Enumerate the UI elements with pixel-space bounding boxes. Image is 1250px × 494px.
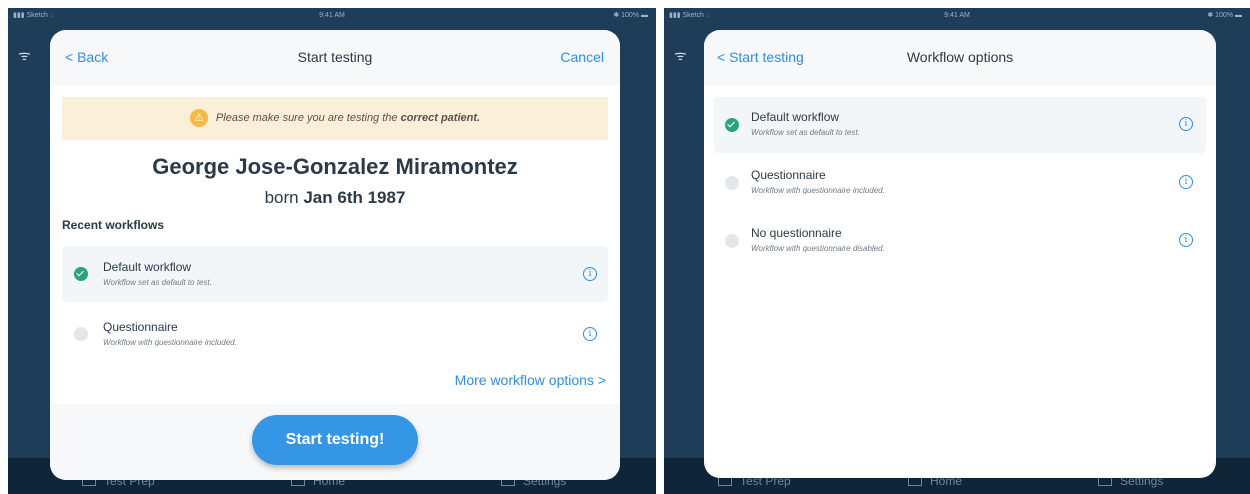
start-testing-modal: < Back Start testing Cancel ⚠ Please make… xyxy=(50,30,620,480)
workflow-description: Workflow with questionnaire included. xyxy=(103,338,237,347)
patient-birthdate: born Jan 6th 1987 xyxy=(264,188,406,207)
workflow-item-default[interactable]: Default workflow Workflow set as default… xyxy=(62,246,608,302)
modal-footer: Start testing! xyxy=(50,404,620,480)
info-icon[interactable]: i xyxy=(583,267,597,281)
more-workflow-options-link[interactable]: More workflow options > xyxy=(455,372,606,388)
workflow-name: Default workflow xyxy=(751,110,840,124)
workflow-name: No questionnaire xyxy=(751,226,842,240)
workflow-description: Workflow set as default to test. xyxy=(103,278,212,287)
workflow-name: Default workflow xyxy=(103,260,192,274)
selected-check-icon[interactable] xyxy=(725,118,739,132)
radio-icon[interactable] xyxy=(74,327,88,341)
selected-check-icon[interactable] xyxy=(74,267,88,281)
battery-indicator: ✱ 100% ▬ xyxy=(1207,12,1242,19)
start-testing-button[interactable]: Start testing! xyxy=(252,415,418,465)
warning-banner: ⚠ Please make sure you are testing the co… xyxy=(62,97,608,140)
workflow-options-modal: < Start testing Workflow options Default… xyxy=(704,30,1216,478)
warning-icon: ⚠ xyxy=(189,109,208,128)
warning-text: Please make sure you are testing the xyxy=(215,112,401,124)
device-left: ▮▮▮ Sketch ◌ 9:41 AM ✱ 100% ▬ ᯤ Test Pre… xyxy=(8,8,656,494)
modal-title: Start testing xyxy=(297,49,373,65)
radio-icon[interactable] xyxy=(725,176,739,190)
cancel-button[interactable]: Cancel xyxy=(560,49,604,65)
workflow-item-questionnaire[interactable]: Questionnaire Workflow with questionnair… xyxy=(714,155,1206,211)
info-icon[interactable]: i xyxy=(1179,175,1193,189)
battery-indicator: ✱ 100% ▬ xyxy=(613,12,648,19)
section-title: Recent workflows xyxy=(62,218,165,232)
info-icon[interactable]: i xyxy=(1179,117,1193,131)
modal-title: Workflow options xyxy=(906,49,1014,65)
workflow-item-no-questionnaire[interactable]: No questionnaire Workflow with questionn… xyxy=(714,213,1206,269)
device-right: ▮▮▮ Sketch ◌ 9:41 AM ✱ 100% ▬ ᯤ Test Pre… xyxy=(664,8,1250,494)
info-icon[interactable]: i xyxy=(1179,233,1193,247)
workflow-description: Workflow with questionnaire disabled. xyxy=(751,244,885,253)
status-bar: ▮▮▮ Sketch ◌ 9:41 AM ✱ 100% ▬ xyxy=(664,8,1250,23)
workflow-description: Workflow with questionnaire included. xyxy=(751,186,885,195)
wifi-icon: ᯤ xyxy=(674,47,687,63)
workflow-name: Questionnaire xyxy=(751,168,826,182)
modal-header: < Back Start testing Cancel xyxy=(50,30,620,85)
clock: 9:41 AM xyxy=(944,12,970,19)
workflow-description: Workflow set as default to test. xyxy=(751,128,860,137)
info-icon[interactable]: i xyxy=(583,327,597,341)
patient-name: George Jose-Gonzalez Miramontez xyxy=(152,154,518,179)
workflow-name: Questionnaire xyxy=(103,320,178,334)
wifi-icon: ᯤ xyxy=(18,47,31,63)
warning-emphasis: correct patient. xyxy=(400,112,481,124)
radio-icon[interactable] xyxy=(725,234,739,248)
status-bar: ▮▮▮ Sketch ◌ 9:41 AM ✱ 100% ▬ xyxy=(8,8,656,23)
workflow-item-default[interactable]: Default workflow Workflow set as default… xyxy=(714,97,1206,153)
workflow-item-questionnaire[interactable]: Questionnaire Workflow with questionnair… xyxy=(62,306,608,362)
clock: 9:41 AM xyxy=(319,12,345,19)
modal-header: < Start testing Workflow options xyxy=(704,30,1216,85)
